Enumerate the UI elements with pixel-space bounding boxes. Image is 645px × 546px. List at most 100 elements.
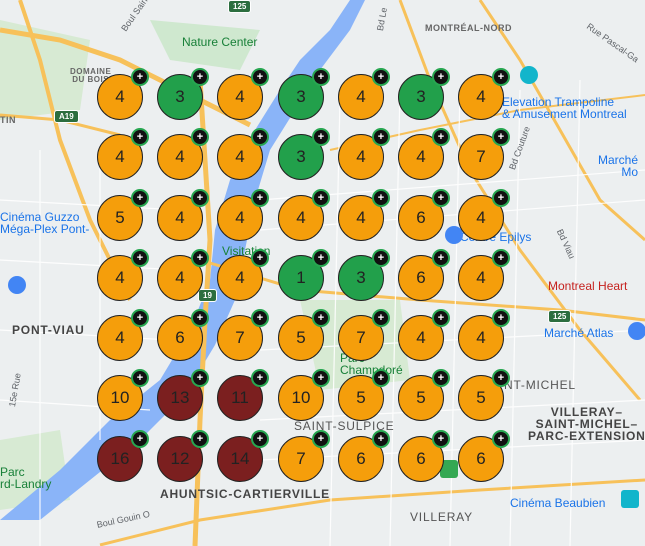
cluster-marker[interactable]: 4 + <box>458 249 510 301</box>
parc-landry-label[interactable]: Parc rd-Landry <box>0 466 51 490</box>
cluster-marker[interactable]: 4 + <box>97 249 149 301</box>
cluster-marker[interactable]: 4 + <box>338 128 390 180</box>
expand-plus-icon[interactable]: + <box>131 128 149 146</box>
expand-plus-icon[interactable]: + <box>251 430 269 448</box>
expand-plus-icon[interactable]: + <box>191 430 209 448</box>
expand-plus-icon[interactable]: + <box>131 369 149 387</box>
cluster-marker[interactable]: 4 + <box>97 128 149 180</box>
expand-plus-icon[interactable]: + <box>312 128 330 146</box>
cinema-beaubien-label[interactable]: Cinéma Beaubien <box>510 497 605 509</box>
elevation-trampoline-label[interactable]: Elevation Trampoline & Amusement Montrea… <box>502 96 627 120</box>
expand-plus-icon[interactable]: + <box>372 369 390 387</box>
cluster-marker[interactable]: 4 + <box>338 189 390 241</box>
cluster-marker[interactable]: 6 + <box>398 189 450 241</box>
expand-plus-icon[interactable]: + <box>251 369 269 387</box>
cluster-marker[interactable]: 4 + <box>217 68 269 120</box>
marche-atlas-label[interactable]: Marché Atlas <box>544 327 613 339</box>
expand-plus-icon[interactable]: + <box>492 309 510 327</box>
map-view[interactable]: Nature Center DOMAINE DU BOIS MONTRÉAL-N… <box>0 0 645 546</box>
cluster-marker[interactable]: 3 + <box>398 68 450 120</box>
cluster-marker[interactable]: 6 + <box>157 309 209 361</box>
expand-plus-icon[interactable]: + <box>251 249 269 267</box>
expand-plus-icon[interactable]: + <box>131 249 149 267</box>
cluster-marker[interactable]: 5 + <box>338 369 390 421</box>
expand-plus-icon[interactable]: + <box>191 128 209 146</box>
expand-plus-icon[interactable]: + <box>191 189 209 207</box>
cluster-marker[interactable]: 4 + <box>97 68 149 120</box>
cluster-marker[interactable]: 3 + <box>338 249 390 301</box>
marche-label[interactable]: Marché Mo <box>598 154 638 178</box>
cluster-marker[interactable]: 7 + <box>458 128 510 180</box>
expand-plus-icon[interactable]: + <box>251 68 269 86</box>
expand-plus-icon[interactable]: + <box>432 249 450 267</box>
montreal-heart-label[interactable]: Montreal Heart <box>548 280 627 292</box>
cluster-marker[interactable]: 7 + <box>217 309 269 361</box>
expand-plus-icon[interactable]: + <box>131 309 149 327</box>
cluster-marker[interactable]: 1 + <box>278 249 330 301</box>
cluster-marker[interactable]: 4 + <box>458 189 510 241</box>
expand-plus-icon[interactable]: + <box>492 430 510 448</box>
cluster-marker[interactable]: 4 + <box>157 249 209 301</box>
cluster-marker[interactable]: 5 + <box>278 309 330 361</box>
expand-plus-icon[interactable]: + <box>432 68 450 86</box>
poi-pin-icon[interactable] <box>8 276 26 294</box>
nature-center-label[interactable]: Nature Center <box>182 36 257 48</box>
cluster-marker[interactable]: 4 + <box>458 68 510 120</box>
cluster-marker[interactable]: 11 + <box>217 369 269 421</box>
cluster-marker[interactable]: 7 + <box>278 430 330 482</box>
cluster-marker[interactable]: 7 + <box>338 309 390 361</box>
cluster-marker[interactable]: 12 + <box>157 430 209 482</box>
expand-plus-icon[interactable]: + <box>432 430 450 448</box>
expand-plus-icon[interactable]: + <box>131 68 149 86</box>
expand-plus-icon[interactable]: + <box>492 189 510 207</box>
expand-plus-icon[interactable]: + <box>131 189 149 207</box>
cluster-marker[interactable]: 13 + <box>157 369 209 421</box>
expand-plus-icon[interactable]: + <box>372 68 390 86</box>
cluster-marker[interactable]: 4 + <box>398 128 450 180</box>
cluster-marker[interactable]: 4 + <box>217 249 269 301</box>
expand-plus-icon[interactable]: + <box>251 128 269 146</box>
expand-plus-icon[interactable]: + <box>492 369 510 387</box>
expand-plus-icon[interactable]: + <box>251 309 269 327</box>
expand-plus-icon[interactable]: + <box>492 68 510 86</box>
expand-plus-icon[interactable]: + <box>432 189 450 207</box>
cluster-marker[interactable]: 16 + <box>97 430 149 482</box>
expand-plus-icon[interactable]: + <box>372 430 390 448</box>
expand-plus-icon[interactable]: + <box>312 189 330 207</box>
cluster-marker[interactable]: 4 + <box>278 189 330 241</box>
cluster-marker[interactable]: 4 + <box>338 68 390 120</box>
expand-plus-icon[interactable]: + <box>492 128 510 146</box>
cluster-marker[interactable]: 6 + <box>398 249 450 301</box>
expand-plus-icon[interactable]: + <box>312 249 330 267</box>
cluster-marker[interactable]: 3 + <box>278 68 330 120</box>
cluster-marker[interactable]: 5 + <box>398 369 450 421</box>
expand-plus-icon[interactable]: + <box>191 249 209 267</box>
expand-plus-icon[interactable]: + <box>312 309 330 327</box>
cluster-marker[interactable]: 4 + <box>97 309 149 361</box>
cluster-marker[interactable]: 6 + <box>338 430 390 482</box>
expand-plus-icon[interactable]: + <box>131 430 149 448</box>
expand-plus-icon[interactable]: + <box>191 68 209 86</box>
cluster-marker[interactable]: 4 + <box>157 189 209 241</box>
expand-plus-icon[interactable]: + <box>372 249 390 267</box>
cluster-marker[interactable]: 6 + <box>398 430 450 482</box>
expand-plus-icon[interactable]: + <box>191 309 209 327</box>
cluster-marker[interactable]: 4 + <box>217 128 269 180</box>
cluster-marker[interactable]: 3 + <box>157 68 209 120</box>
expand-plus-icon[interactable]: + <box>312 430 330 448</box>
expand-plus-icon[interactable]: + <box>432 369 450 387</box>
expand-plus-icon[interactable]: + <box>251 189 269 207</box>
expand-plus-icon[interactable]: + <box>432 309 450 327</box>
cluster-marker[interactable]: 5 + <box>97 189 149 241</box>
cluster-marker[interactable]: 10 + <box>97 369 149 421</box>
poi-pin-icon[interactable] <box>628 322 645 340</box>
cluster-marker[interactable]: 3 + <box>278 128 330 180</box>
expand-plus-icon[interactable]: + <box>312 68 330 86</box>
cluster-marker[interactable]: 4 + <box>217 189 269 241</box>
cluster-marker[interactable]: 10 + <box>278 369 330 421</box>
expand-plus-icon[interactable]: + <box>312 369 330 387</box>
expand-plus-icon[interactable]: + <box>372 309 390 327</box>
expand-plus-icon[interactable]: + <box>372 189 390 207</box>
cluster-marker[interactable]: 6 + <box>458 430 510 482</box>
cluster-marker[interactable]: 4 + <box>157 128 209 180</box>
